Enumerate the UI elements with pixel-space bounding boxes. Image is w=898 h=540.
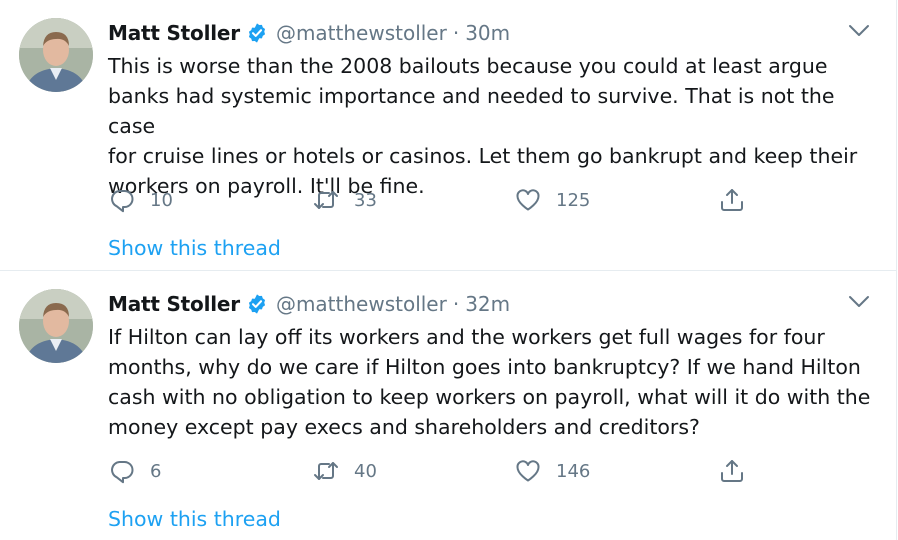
chevron-down-icon[interactable] [846,291,872,313]
author-name[interactable]: Matt Stoller [108,292,240,316]
tweet-text-line: cash with no obligation to keep workers … [108,385,871,409]
reply-icon [111,461,134,484]
tweet-text: This is worse than the 2008 bailouts bec… [108,51,878,201]
retweet-count: 40 [354,460,377,482]
reply-button[interactable]: 6 [108,455,161,487]
author-handle[interactable]: @matthewstoller [276,292,447,316]
avatar[interactable] [19,18,93,92]
tweet-actions: 10 33 125 [108,184,758,216]
like-count: 146 [556,460,591,482]
separator-dot: · [452,292,460,316]
like-count: 125 [556,189,591,211]
tweet-text-line: for cruise lines or hotels or casinos. L… [108,144,858,168]
share-icon [721,460,743,482]
tweet-actions: 6 40 146 [108,455,758,487]
like-icon [516,460,540,482]
avatar[interactable] [19,289,93,363]
tweet-text-line: This is worse than the 2008 bailouts bec… [108,54,828,78]
tweet-text-line: months, why do we care if Hilton goes in… [108,355,861,379]
tweet-text: If Hilton can lay off its workers and th… [108,322,878,442]
like-icon [516,189,540,211]
reply-count: 6 [150,460,162,482]
verified-badge-icon [246,22,268,44]
tweet[interactable]: Matt Stoller @matthewstoller · 30m This … [0,0,896,271]
reply-icon [111,190,134,213]
author-name[interactable]: Matt Stoller [108,21,240,45]
timeline-feed: Matt Stoller @matthewstoller · 30m This … [0,0,897,540]
retweet-icon [314,191,338,209]
share-button[interactable] [718,184,746,216]
tweet-timestamp[interactable]: 30m [465,21,510,45]
tweet-timestamp[interactable]: 32m [465,292,510,316]
retweet-icon [314,462,338,480]
like-button[interactable]: 125 [514,184,590,216]
reply-button[interactable]: 10 [108,184,173,216]
share-icon [721,189,743,211]
tweet-header: Matt Stoller @matthewstoller · 32m [108,289,510,319]
like-button[interactable]: 146 [514,455,590,487]
tweet[interactable]: Matt Stoller @matthewstoller · 32m If Hi… [0,271,896,540]
show-thread-link[interactable]: Show this thread [108,507,281,531]
tweet-text-line: money except pay execs and shareholders … [108,415,700,439]
share-button[interactable] [718,455,746,487]
retweet-button[interactable]: 33 [312,184,377,216]
author-handle[interactable]: @matthewstoller [276,21,447,45]
reply-count: 10 [150,189,173,211]
verified-badge-icon [246,293,268,315]
show-thread-link[interactable]: Show this thread [108,236,281,260]
chevron-down-icon[interactable] [846,20,872,42]
tweet-text-line: banks had systemic importance and needed… [108,84,835,138]
tweet-header: Matt Stoller @matthewstoller · 30m [108,18,510,48]
separator-dot: · [452,21,460,45]
tweet-text-line: If Hilton can lay off its workers and th… [108,325,825,349]
retweet-count: 33 [354,189,377,211]
retweet-button[interactable]: 40 [312,455,377,487]
